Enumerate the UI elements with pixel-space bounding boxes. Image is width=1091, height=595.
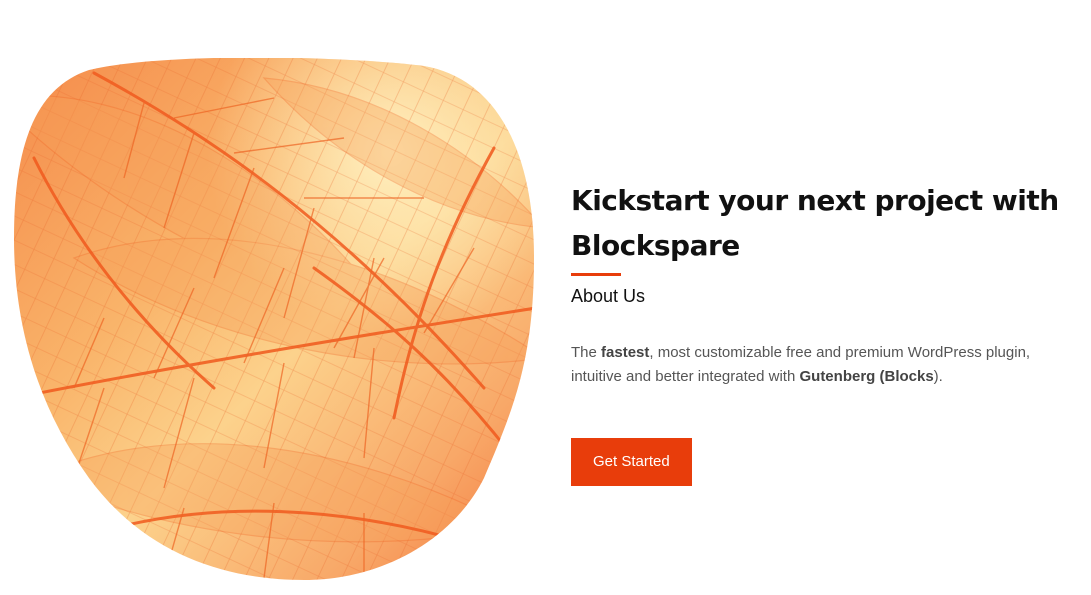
- desc-text-1: The: [571, 344, 602, 361]
- hero-leaf-image: [14, 58, 536, 582]
- hero-description: The fastest, most customizable free and …: [571, 341, 1051, 389]
- desc-bold-gutenberg: Gutenberg (Blocks: [799, 368, 934, 385]
- hero-title-line-1: Kickstart your next project with: [571, 184, 1059, 217]
- hero-title-line-2: Blockspare: [571, 229, 740, 262]
- get-started-button[interactable]: Get Started: [571, 438, 692, 486]
- title-accent-divider: [571, 273, 621, 276]
- hero-subtitle: About Us: [571, 286, 646, 306]
- desc-text-3: ).: [933, 368, 943, 385]
- desc-bold-fastest: fastest: [601, 344, 650, 361]
- hero-title: Kickstart your next project with Blocksp…: [571, 178, 1071, 268]
- leaf-blob-illustration: [14, 58, 534, 580]
- hero-content: Kickstart your next project with Blocksp…: [571, 178, 1071, 486]
